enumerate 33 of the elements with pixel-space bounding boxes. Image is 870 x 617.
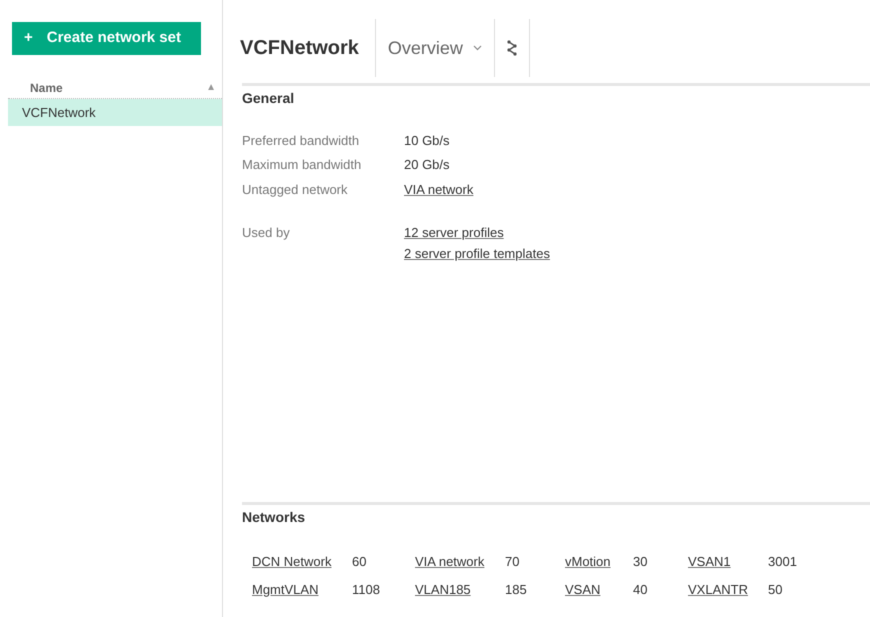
- plus-icon: +: [24, 27, 33, 50]
- vlan-id: 3001: [768, 553, 797, 571]
- vlan-id: 50: [768, 580, 782, 598]
- section-title: General: [242, 89, 296, 107]
- network-link[interactable]: VSAN1: [688, 552, 731, 572]
- chevron-down-icon: [472, 45, 482, 51]
- field-value: 10 Gb/s: [404, 132, 450, 150]
- vlan-id: 60: [352, 553, 366, 571]
- field-label: Used by: [242, 224, 291, 242]
- field-value: 20 Gb/s: [404, 156, 450, 174]
- view-menu[interactable]: Overview: [376, 19, 495, 77]
- column-header[interactable]: Name: [30, 78, 63, 96]
- section-title: Networks: [242, 508, 306, 526]
- field-label: Preferred bandwidth: [242, 132, 360, 150]
- vlan-id: 40: [633, 580, 648, 598]
- network-link[interactable]: VLAN185: [415, 580, 471, 599]
- field-link[interactable]: 12 server profiles: [404, 223, 504, 243]
- field-link[interactable]: VIA network: [404, 180, 474, 200]
- vlan-id: 70: [505, 553, 520, 571]
- network-link[interactable]: VIA network: [415, 552, 484, 572]
- network-link[interactable]: VSAN: [565, 580, 600, 599]
- list-item[interactable]: VCFNetwork: [8, 99, 222, 126]
- vlan-id: 30: [633, 553, 648, 571]
- network-link[interactable]: vMotion: [565, 552, 611, 572]
- network-link[interactable]: VXLANTR: [688, 580, 748, 599]
- field-label: Untagged network: [242, 180, 349, 199]
- vlan-id: 185: [505, 580, 527, 598]
- field-link[interactable]: 2 server profile templates: [404, 244, 550, 264]
- page-title: VCFNetwork: [240, 19, 376, 77]
- network-link[interactable]: MgmtVLAN: [252, 580, 318, 599]
- vlan-id: 1108: [352, 580, 380, 598]
- field-label: Maximum bandwidth: [242, 156, 362, 174]
- network-link[interactable]: DCN Network: [252, 552, 332, 572]
